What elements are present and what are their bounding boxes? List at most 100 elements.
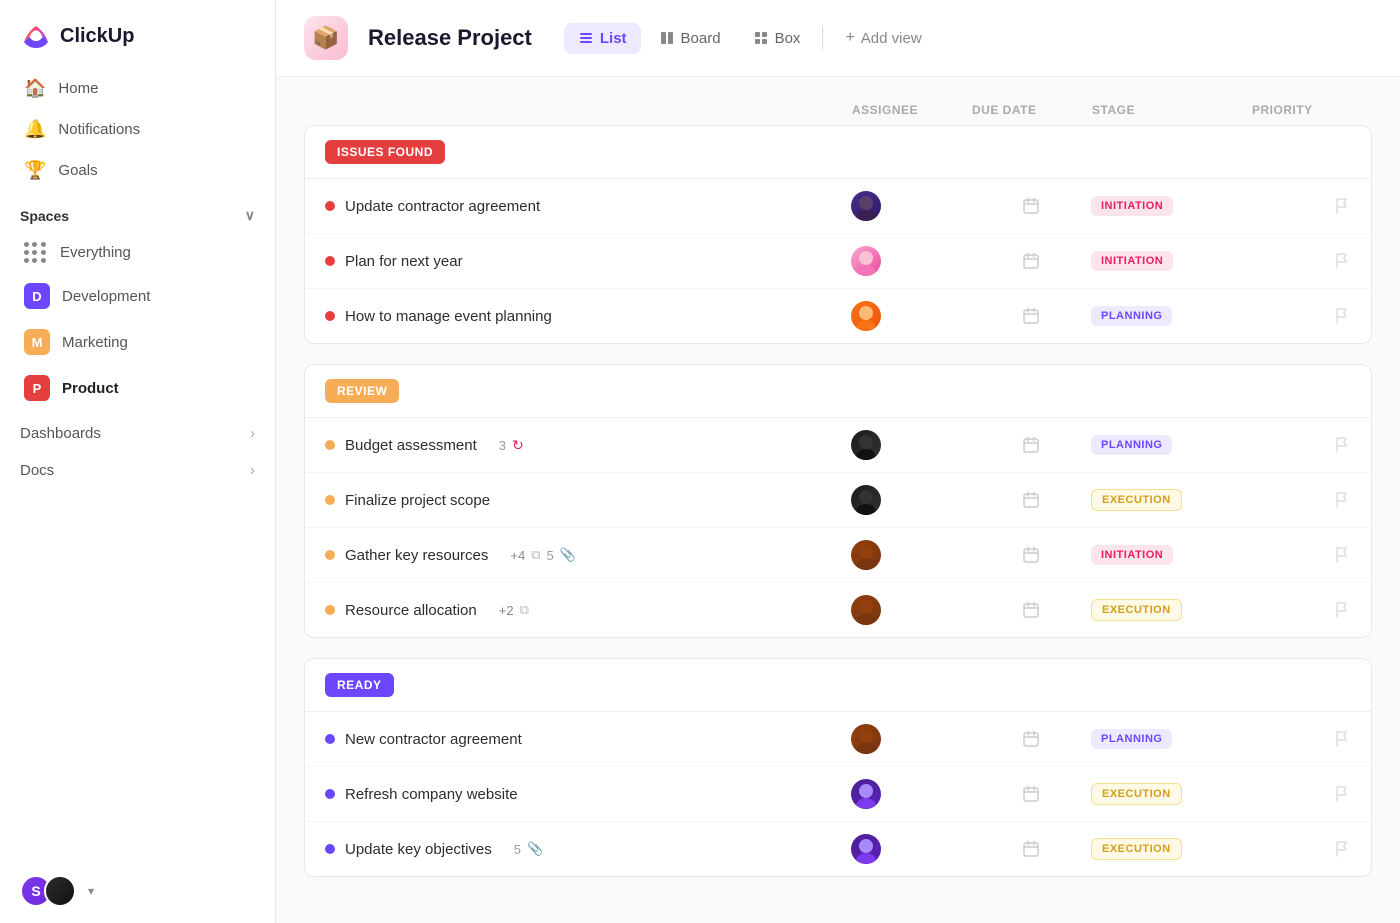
calendar-icon [1022,546,1040,564]
board-icon [659,30,675,46]
logo-text: ClickUp [60,25,134,48]
col-task [324,103,852,117]
sidebar-item-label: Everything [60,244,131,261]
task-dot [325,201,335,211]
task-row[interactable]: Gather key resources +4 ⧉ 5 📎 [305,528,1371,583]
logo: ClickUp [0,0,275,68]
task-priority [1251,601,1351,619]
sidebar-item-label: Home [58,80,98,97]
flag-icon [1333,436,1351,454]
task-name: How to manage event planning [325,308,851,325]
plus-icon: + [845,29,854,47]
clickup-logo-icon [20,20,52,52]
sidebar-item-home[interactable]: 🏠 Home [12,68,263,109]
task-name: New contractor agreement [325,731,851,748]
extra-plus: +4 [510,548,525,563]
tab-list[interactable]: List [564,23,641,54]
flag-icon [1333,491,1351,509]
user-avatars[interactable]: S [20,875,76,907]
section-header: ISSUES FOUND [305,126,1371,179]
dashboards-chevron-icon: › [250,425,255,442]
task-name: Refresh company website [325,786,851,803]
calendar-icon [1022,197,1040,215]
stage-badge: PLANNING [1091,729,1172,749]
avatar [851,191,881,221]
task-row[interactable]: Refresh company website EXECUTION [305,767,1371,822]
sidebar-item-development[interactable]: D Development [4,273,271,319]
sidebar-item-label: Goals [58,162,97,179]
refresh-icon: ↻ [512,437,524,454]
avatar [851,834,881,864]
tab-board[interactable]: Board [645,23,735,54]
task-assignee [851,724,971,754]
task-date [971,307,1091,325]
task-assignee [851,430,971,460]
sidebar-item-product[interactable]: P Product [4,365,271,411]
calendar-icon [1022,491,1040,509]
task-assignee [851,301,971,331]
task-date [971,546,1091,564]
avatar [851,430,881,460]
task-name: Plan for next year [325,253,851,270]
project-title: Release Project [368,25,532,51]
task-name: Gather key resources +4 ⧉ 5 📎 [325,547,851,564]
sidebar-section-label: Docs [20,462,54,479]
extra-plus: +2 [499,603,514,618]
section-badge-ready: READY [325,673,394,697]
marketing-icon: M [24,329,50,355]
view-tabs: List Board Box + [564,22,936,54]
task-assignee [851,540,971,570]
task-row[interactable]: New contractor agreement PLANNING [305,712,1371,767]
bell-icon: 🔔 [24,119,46,140]
task-stage: INITIATION [1091,196,1251,216]
task-name: Resource allocation +2 ⧉ [325,602,851,619]
grid-icon [24,242,46,263]
task-row[interactable]: Resource allocation +2 ⧉ EXECUTION [305,583,1371,637]
task-priority [1251,840,1351,858]
task-priority [1251,785,1351,803]
avatar [851,301,881,331]
task-dot [325,311,335,321]
spaces-chevron-icon[interactable]: ∨ [245,207,255,224]
user-menu-chevron-icon[interactable]: ▾ [88,884,94,898]
list-icon [578,30,594,46]
sidebar-item-docs[interactable]: Docs › [0,448,275,485]
sidebar-item-everything[interactable]: Everything [4,232,271,273]
task-extras: 3 ↻ [493,437,524,454]
task-name: Finalize project scope [325,492,851,509]
task-stage: INITIATION [1091,251,1251,271]
view-divider [822,26,823,50]
sidebar-item-notifications[interactable]: 🔔 Notifications [12,109,263,150]
extra-count: 3 [499,438,506,453]
attach-icon: 📎 [560,547,576,563]
task-row[interactable]: How to manage event planning PLANNING [305,289,1371,343]
task-row[interactable]: Update key objectives 5 📎 EXECUTION [305,822,1371,876]
task-assignee [851,485,971,515]
add-view-button[interactable]: + Add view [831,22,935,54]
calendar-icon [1022,601,1040,619]
attach-icon: 📎 [527,841,543,857]
sidebar-item-goals[interactable]: 🏆 Goals [12,150,263,191]
section-badge-review: REVIEW [325,379,399,403]
task-row[interactable]: Budget assessment 3 ↻ PLANNING [305,418,1371,473]
flag-icon [1333,546,1351,564]
extra-count: 5 [547,548,554,563]
task-row[interactable]: Finalize project scope EXECUTION [305,473,1371,528]
avatar [851,595,881,625]
link-icon: ⧉ [531,547,540,563]
sidebar-item-marketing[interactable]: M Marketing [4,319,271,365]
col-assignee: ASSIGNEE [852,103,972,117]
tab-box[interactable]: Box [739,23,815,54]
stage-badge: PLANNING [1091,306,1172,326]
avatar [851,485,881,515]
task-row[interactable]: Update contractor agreement INITIATION [305,179,1371,234]
stage-badge: PLANNING [1091,435,1172,455]
task-assignee [851,779,971,809]
task-row[interactable]: Plan for next year INITIATION [305,234,1371,289]
task-stage: EXECUTION [1091,838,1251,860]
docs-chevron-icon: › [250,462,255,479]
task-date [971,436,1091,454]
task-dot [325,844,335,854]
sidebar-item-dashboards[interactable]: Dashboards › [0,411,275,448]
task-dot [325,789,335,799]
